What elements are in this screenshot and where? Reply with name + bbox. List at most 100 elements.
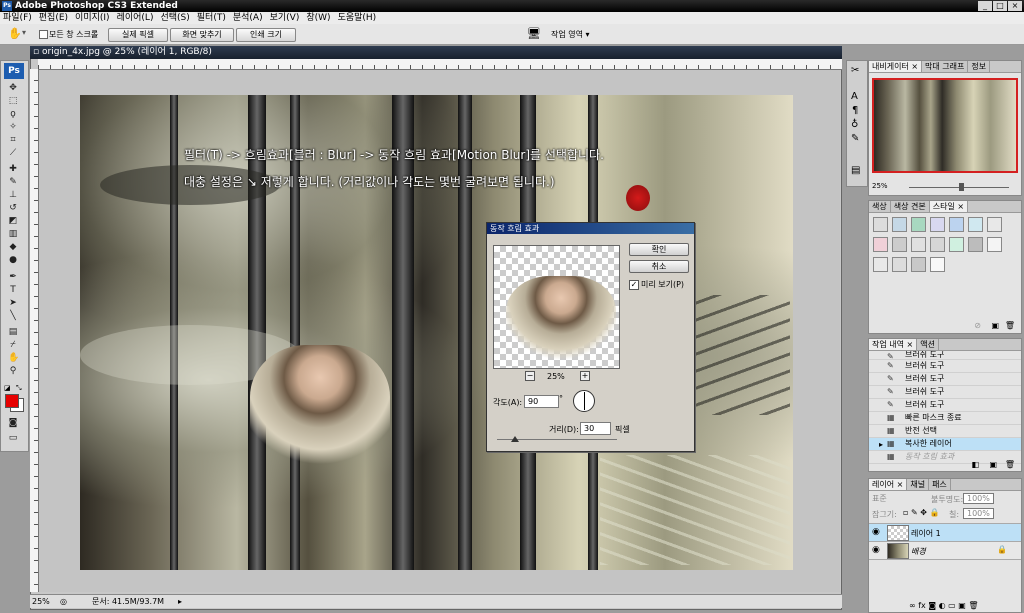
preview-checkbox[interactable]: ✓ <box>629 280 639 290</box>
horizontal-ruler[interactable] <box>38 59 842 70</box>
delete-layer-icon[interactable]: 🗑 <box>968 601 978 610</box>
style-swatch[interactable] <box>930 217 945 232</box>
style-swatch[interactable] <box>892 237 907 252</box>
adjustment-layer-icon[interactable]: ◐ <box>939 601 946 610</box>
dialog-title-bar[interactable]: 동작 흐림 효과 <box>487 223 694 234</box>
style-swatch[interactable] <box>987 217 1002 232</box>
hand-tool-icon[interactable]: ✋ <box>8 27 22 40</box>
style-swatch[interactable] <box>873 257 888 272</box>
hand-tool-small-icon[interactable]: ✋ <box>8 353 19 363</box>
menu-select[interactable]: 선택(S) <box>160 13 189 23</box>
foreground-color-swatch[interactable] <box>5 394 19 408</box>
menu-file[interactable]: 파일(F) <box>3 13 32 23</box>
dodge-tool-icon[interactable]: ● <box>8 255 18 265</box>
clone-stamp-icon[interactable]: ⊥ <box>8 190 18 200</box>
menu-window[interactable]: 창(W) <box>306 13 330 23</box>
layer-comps-icon[interactable]: ▤ <box>851 165 860 176</box>
navigator-slider-thumb[interactable] <box>959 183 964 191</box>
history-item[interactable]: ▦ 반전 선택 <box>869 425 1021 438</box>
style-swatch[interactable] <box>873 237 888 252</box>
eye-icon[interactable]: ◉ <box>872 545 880 555</box>
style-swatch[interactable] <box>892 257 907 272</box>
opacity-input[interactable]: 100% <box>963 493 994 504</box>
lock-icons[interactable]: ▫ ✎ ✥ 🔒 <box>903 508 939 517</box>
style-swatch[interactable] <box>911 237 926 252</box>
new-document-from-state-icon[interactable]: ◧ <box>971 460 979 469</box>
tab-navigator[interactable]: 내비게이터 × <box>869 61 923 72</box>
menu-layer[interactable]: 레이어(L) <box>117 13 154 23</box>
style-swatch[interactable] <box>949 237 964 252</box>
document-title-bar[interactable]: ▫ origin_4x.jpg @ 25% (레이어 1, RGB/8) <box>30 46 842 59</box>
pen-tool-icon[interactable]: ✒ <box>8 272 18 282</box>
workspace-icon[interactable]: 🖥 <box>527 27 541 40</box>
angle-dial[interactable] <box>573 390 595 412</box>
menu-edit[interactable]: 편집(E) <box>39 13 68 23</box>
fill-input[interactable]: 100% <box>963 508 994 519</box>
paragraph-icon[interactable]: ¶ <box>852 105 858 116</box>
vertical-ruler[interactable] <box>30 69 39 592</box>
clone-source-icon[interactable]: ♁ <box>851 119 858 130</box>
history-brush-icon[interactable]: ↺ <box>8 203 18 213</box>
history-item[interactable]: ▦ 빠른 마스크 종료 <box>869 412 1021 425</box>
history-item-selected[interactable]: ▸ ▦ 복사한 레이어 <box>869 438 1021 451</box>
marquee-tool-icon[interactable]: ⬚ <box>8 96 18 106</box>
delete-style-icon[interactable]: 🗑 <box>1005 321 1015 330</box>
history-item[interactable]: ✎ 브러쉬 도구 <box>869 399 1021 412</box>
new-layer-icon[interactable]: ▣ <box>958 601 966 610</box>
tab-layers[interactable]: 레이어 × <box>869 479 908 490</box>
distance-slider-thumb[interactable] <box>511 436 519 442</box>
magic-wand-tool-icon[interactable]: ✧ <box>8 122 18 132</box>
healing-brush-icon[interactable]: ✚ <box>8 164 18 174</box>
default-colors-icon[interactable]: ◪ <box>4 384 11 392</box>
notes-tool-icon[interactable]: ▤ <box>8 327 18 337</box>
gradient-tool-icon[interactable]: ▥ <box>8 229 18 239</box>
clear-style-icon[interactable]: ⊘ <box>974 321 981 330</box>
status-icon[interactable]: ◎ <box>60 595 67 608</box>
style-swatch[interactable] <box>930 237 945 252</box>
new-group-icon[interactable]: ▭ <box>948 601 956 610</box>
dropdown-arrow-icon[interactable]: ▾ <box>22 28 26 37</box>
tab-paths[interactable]: 패스 <box>929 479 951 490</box>
tool-presets-icon[interactable]: ✂ <box>851 65 859 76</box>
style-swatch[interactable] <box>892 217 907 232</box>
history-item[interactable]: ✎ 브러쉬 도구 <box>869 351 1021 360</box>
zoom-out-button[interactable]: − <box>525 371 535 381</box>
workspace-menu[interactable]: 작업 영역 ▾ <box>551 29 590 40</box>
brushes-icon[interactable]: ✎ <box>851 133 859 144</box>
tab-swatches[interactable]: 색상 견본 <box>891 201 930 212</box>
eraser-tool-icon[interactable]: ◩ <box>8 216 18 226</box>
tab-histogram[interactable]: 막대 그래프 <box>922 61 969 72</box>
style-swatch[interactable] <box>968 217 983 232</box>
eyedropper-tool-icon[interactable]: ⌿ <box>8 340 18 350</box>
close-button[interactable]: × <box>1008 1 1022 11</box>
history-item[interactable]: ✎ 브러쉬 도구 <box>869 373 1021 386</box>
layer-name[interactable]: 레이어 1 <box>911 528 941 539</box>
path-selection-icon[interactable]: ➤ <box>8 298 18 308</box>
style-swatch[interactable] <box>949 217 964 232</box>
line-tool-icon[interactable]: ╲ <box>8 311 18 321</box>
move-tool-icon[interactable]: ✥ <box>8 83 18 93</box>
navigator-thumbnail[interactable] <box>872 78 1018 173</box>
tab-history[interactable]: 작업 내역 × <box>869 339 918 350</box>
minimize-button[interactable]: _ <box>978 1 992 11</box>
lasso-tool-icon[interactable]: ϙ <box>8 109 18 119</box>
tab-info[interactable]: 정보 <box>968 61 991 72</box>
blur-tool-icon[interactable]: ◆ <box>8 242 18 252</box>
history-item-undone[interactable]: ▦ 동작 흐림 효과 <box>869 451 1021 464</box>
crop-tool-icon[interactable]: ⌗ <box>8 135 18 145</box>
new-snapshot-icon[interactable]: ▣ <box>989 460 997 469</box>
scroll-all-checkbox[interactable] <box>39 30 48 39</box>
brush-tool-icon[interactable]: ✎ <box>8 177 18 187</box>
link-layers-icon[interactable]: ∞ <box>909 601 916 610</box>
style-swatch[interactable] <box>911 257 926 272</box>
tab-channels[interactable]: 채널 <box>907 479 930 490</box>
tab-color[interactable]: 색상 <box>869 201 891 212</box>
distance-input[interactable]: 30 <box>580 422 611 435</box>
style-swatch[interactable] <box>968 237 983 252</box>
style-swatch[interactable] <box>873 217 888 232</box>
tab-actions[interactable]: 액션 <box>917 339 939 350</box>
cancel-button[interactable]: 취소 <box>629 260 689 273</box>
zoom-in-button[interactable]: + <box>580 371 590 381</box>
layer-row-selected[interactable]: ◉ 레이어 1 <box>869 523 1021 541</box>
menu-filter[interactable]: 필터(T) <box>197 13 226 23</box>
